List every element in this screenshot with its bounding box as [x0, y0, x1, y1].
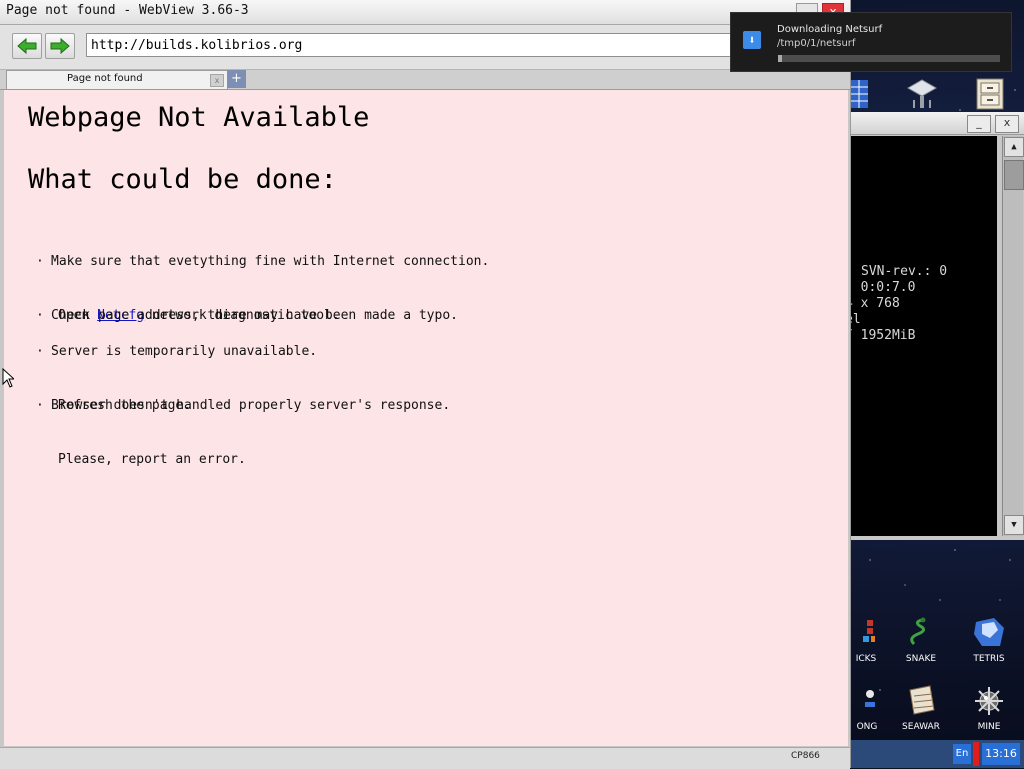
tab-label: Page not found: [67, 73, 143, 84]
forward-button[interactable]: [45, 33, 75, 59]
terminal-scrollbar[interactable]: ▲ ▼: [1002, 136, 1024, 536]
desktop-icon-label: MINE: [977, 722, 1001, 732]
mine-icon: [972, 684, 1006, 718]
cabinet-icon[interactable]: [975, 78, 1005, 110]
terminal-line: / 1952MiB: [845, 328, 916, 343]
spreadsheet-icon[interactable]: [850, 80, 870, 110]
notification-path: /tmp0/1/netsurf: [777, 38, 856, 49]
terminal-line: 4 x 768: [845, 296, 900, 311]
terminal-minimize-button[interactable]: _: [967, 115, 991, 133]
desktop-icon-snake[interactable]: SNAKE: [889, 616, 953, 664]
ship-icon: [904, 684, 938, 718]
forward-arrow-icon: [50, 37, 70, 55]
desktop-icon-seawar[interactable]: SEAWAR: [889, 684, 953, 732]
back-arrow-icon: [17, 37, 37, 55]
tab-page-not-found[interactable]: Page not found x: [6, 70, 228, 89]
status-indicator: [973, 742, 979, 766]
terminal-line: , 0:0:7.0: [845, 280, 916, 295]
scroll-up-arrow-icon[interactable]: ▲: [1004, 137, 1024, 157]
suggestion-text: Please, report an error.: [58, 452, 246, 467]
desktop-icon-label: SEAWAR: [902, 722, 940, 732]
tetris-icon: [972, 616, 1006, 650]
snake-icon: [904, 616, 938, 650]
bullet: ·: [36, 254, 44, 269]
page-title: Webpage Not Available: [28, 102, 370, 133]
terminal-screen[interactable]: SVN-rev.: 0 , 0:0:7.0 4 x 768 el / 1952M…: [845, 136, 997, 536]
suggestion-text: Make sure that evetything fine with Inte…: [51, 254, 490, 269]
taskbar-clock[interactable]: 13:16: [982, 743, 1020, 765]
download-notification[interactable]: ⬇ Downloading Netsurf /tmp0/1/netsurf: [730, 12, 1012, 72]
download-icon: ⬇: [743, 31, 761, 49]
desktop-icon-mine[interactable]: MINE: [957, 684, 1021, 732]
back-button[interactable]: [12, 33, 42, 59]
keyboard-language-indicator[interactable]: En: [953, 744, 971, 764]
bullet: ·: [36, 398, 44, 413]
terminal-window[interactable]: _ x SVN-rev.: 0 , 0:0:7.0 4 x 768 el / 1…: [845, 112, 1024, 540]
scrollbar-thumb[interactable]: [1004, 160, 1024, 190]
download-progress-bar: [778, 55, 1000, 62]
network-icon[interactable]: [904, 78, 940, 112]
download-progress-fill: [778, 55, 783, 62]
encoding-indicator[interactable]: CP866: [791, 751, 820, 761]
terminal-line: SVN-rev.: 0: [861, 264, 948, 279]
new-tab-button[interactable]: +: [227, 70, 246, 88]
mouse-cursor-icon: [2, 367, 16, 392]
suggestion-text: Browser doesn't handled properly server'…: [51, 398, 451, 413]
desktop-icon-label: SNAKE: [905, 654, 937, 664]
tab-close-icon[interactable]: x: [210, 74, 224, 87]
terminal-titlebar[interactable]: _ x: [851, 112, 1024, 135]
notification-title: Downloading Netsurf: [777, 24, 883, 35]
browser-toolbar: http://builds.kolibrios.org: [0, 25, 850, 70]
page-content: Webpage Not Available What could be done…: [4, 90, 848, 746]
window-title: Page not found - WebView 3.66-3: [6, 3, 249, 18]
desktop-icon-tetris[interactable]: TETRIS: [957, 616, 1021, 664]
bullet: ·: [36, 344, 44, 359]
webview-window[interactable]: Page not found - WebView 3.66-3 _ x http…: [0, 0, 851, 769]
page-subtitle: What could be done:: [28, 164, 337, 195]
window-titlebar[interactable]: Page not found - WebView 3.66-3 _ x: [0, 0, 850, 25]
suggestion-text: Server is temporarily unavailable.: [51, 344, 318, 359]
desktop-icon-label: TETRIS: [973, 654, 1005, 664]
tab-strip: Page not found x +: [0, 70, 850, 90]
terminal-close-button[interactable]: x: [995, 115, 1019, 133]
suggestion-item: · Browser doesn't handled properly server…: [36, 361, 450, 505]
scroll-down-arrow-icon[interactable]: ▼: [1004, 515, 1024, 535]
status-bar: CP866: [0, 747, 850, 769]
